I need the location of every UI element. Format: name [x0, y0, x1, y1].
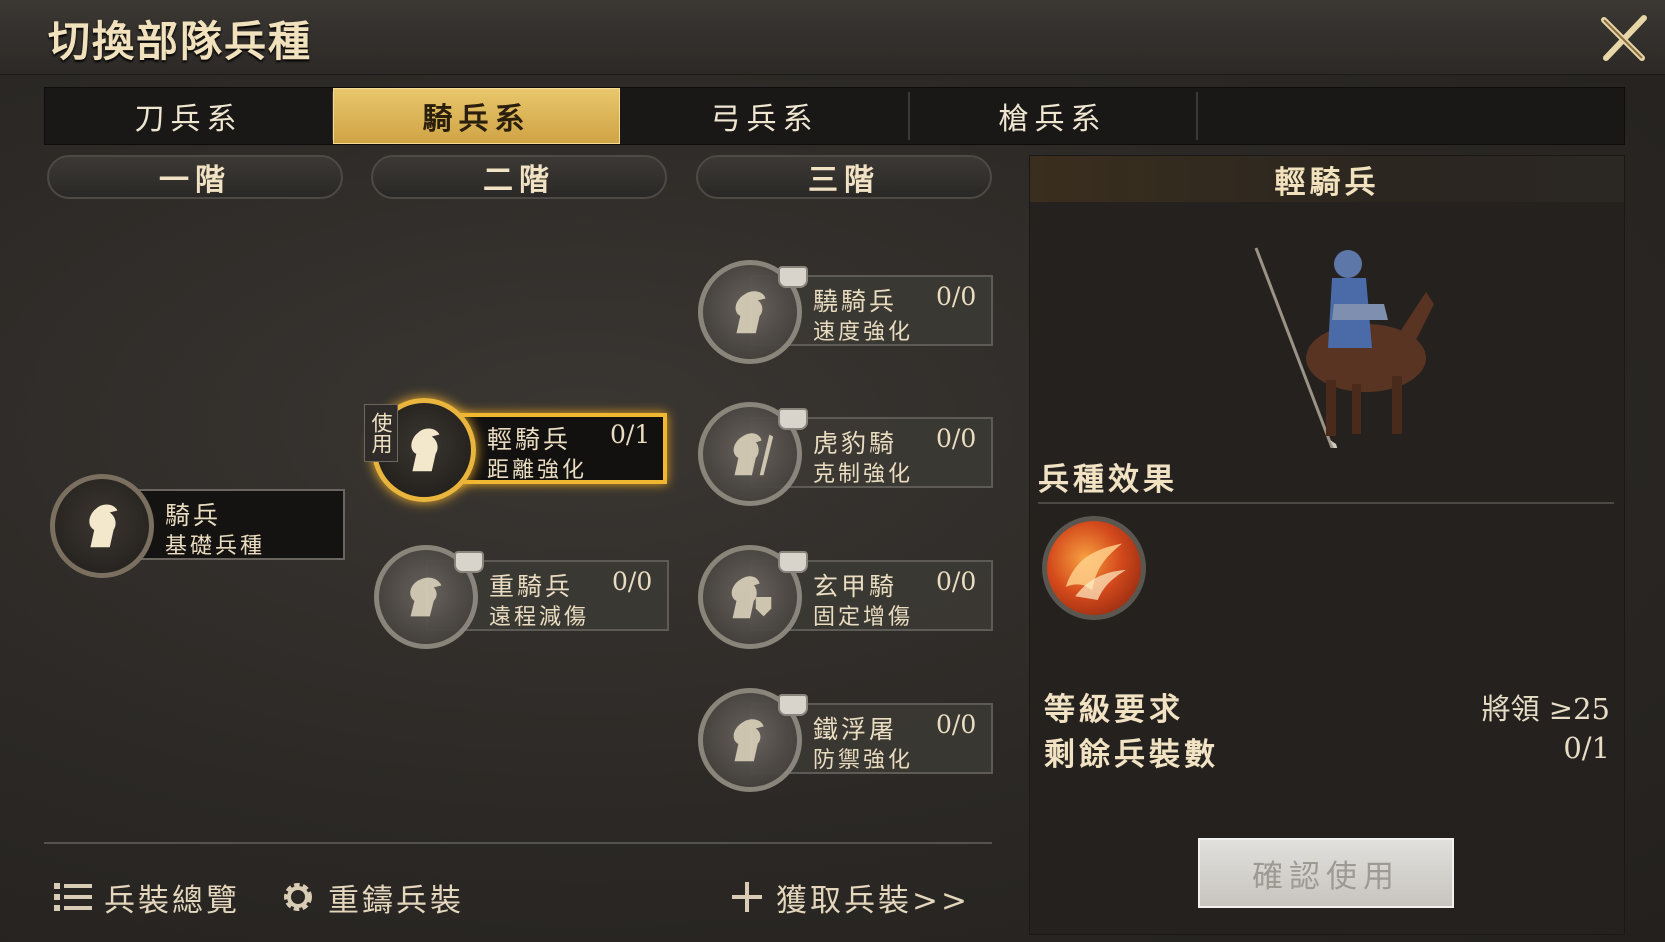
lock-icon — [778, 694, 808, 716]
node-heavy-cavalry[interactable]: 重騎兵 遠程減傷 0/0 — [374, 545, 674, 651]
effects-title: 兵種效果 — [1038, 462, 1178, 498]
lock-icon — [778, 266, 808, 288]
node-iron-cavalry[interactable]: 鐵浮屠 防禦強化 0/0 — [698, 688, 998, 794]
remaining-equipment-value: 0/1 — [1563, 731, 1610, 765]
obtain-label: 獲取兵裝>> — [776, 882, 970, 919]
tab-cavalry[interactable]: 騎兵系 — [333, 88, 620, 144]
level-requirement-label: 等級要求 — [1044, 692, 1184, 728]
confirm-use-button[interactable]: 確認使用 — [1198, 838, 1454, 908]
plus-icon — [732, 882, 762, 912]
node-tiger-cavalry[interactable]: 虎豹騎 克制強化 0/0 — [698, 402, 998, 508]
node-cavalry-base[interactable]: 騎兵 基礎兵種 — [50, 474, 350, 580]
node-desc: 遠程減傷 — [489, 605, 590, 630]
tab-blade[interactable]: 刀兵系 — [45, 88, 332, 144]
node-desc: 克制強化 — [813, 462, 914, 487]
lock-icon — [778, 551, 808, 573]
tab-archer[interactable]: 弓兵系 — [621, 88, 908, 144]
list-icon — [54, 883, 92, 911]
skill-flame-icon[interactable] — [1042, 516, 1146, 620]
tier-2-header: 二階 — [371, 155, 667, 199]
node-desc: 距離強化 — [487, 458, 588, 483]
unit-portrait — [1216, 208, 1436, 470]
node-desc: 防禦強化 — [813, 748, 914, 773]
node-black-armor-cavalry[interactable]: 玄甲騎 固定增傷 0/0 — [698, 545, 998, 651]
detail-title: 輕騎兵 — [1030, 156, 1624, 202]
node-name: 鐵浮屠 — [813, 715, 898, 744]
reforge-label: 重鑄兵裝 — [328, 882, 464, 919]
window-title: 切換部隊兵種 — [48, 17, 313, 66]
lock-icon — [778, 408, 808, 430]
detail-panel: 輕騎兵 兵種效果 等級要求 將領 ≥25 剩餘兵裝數 0/1 確認使用 — [1029, 155, 1625, 935]
effects-divider — [1038, 502, 1614, 504]
node-count: 0/1 — [610, 420, 651, 449]
node-name: 驍騎兵 — [813, 287, 898, 316]
in-use-badge: 使用 — [364, 404, 398, 462]
title-bar: 切換部隊兵種 — [0, 0, 1665, 75]
node-name: 玄甲騎 — [813, 572, 898, 601]
node-count: 0/0 — [936, 567, 977, 596]
node-name: 輕騎兵 — [487, 425, 572, 454]
lock-icon — [454, 551, 484, 573]
tab-divider — [1196, 92, 1198, 140]
troop-tabs: 刀兵系 騎兵系 弓兵系 槍兵系 — [44, 87, 1625, 145]
horse-icon — [50, 474, 154, 578]
node-desc: 基礎兵種 — [165, 534, 266, 559]
node-count: 0/0 — [936, 282, 977, 311]
close-icon[interactable] — [1598, 12, 1650, 64]
node-desc: 速度強化 — [813, 320, 914, 345]
node-count: 0/0 — [612, 567, 653, 596]
equipment-overview-button[interactable]: 兵裝總覽 — [54, 875, 240, 919]
node-light-cavalry[interactable]: 使用 輕騎兵 距離強化 0/1 — [364, 398, 672, 504]
node-count: 0/0 — [936, 710, 977, 739]
node-desc: 固定增傷 — [813, 605, 914, 630]
node-name: 騎兵 — [165, 501, 222, 530]
node-name: 重騎兵 — [489, 572, 574, 601]
reforge-equipment-button[interactable]: 重鑄兵裝 — [280, 875, 464, 919]
tier-1-header: 一階 — [47, 155, 343, 199]
node-name: 虎豹騎 — [813, 429, 898, 458]
tab-spear[interactable]: 槍兵系 — [909, 88, 1196, 144]
tier-3-header: 三階 — [696, 155, 992, 199]
overview-label: 兵裝總覽 — [104, 882, 240, 919]
remaining-equipment-label: 剩餘兵裝數 — [1044, 737, 1219, 773]
gear-icon — [284, 883, 312, 911]
obtain-equipment-button[interactable]: 獲取兵裝>> — [730, 875, 970, 919]
node-swift-cavalry[interactable]: 驍騎兵 速度強化 0/0 — [698, 260, 998, 366]
level-requirement-value: 將領 ≥25 — [1481, 692, 1610, 726]
node-count: 0/0 — [936, 424, 977, 453]
bottom-divider — [44, 842, 992, 844]
